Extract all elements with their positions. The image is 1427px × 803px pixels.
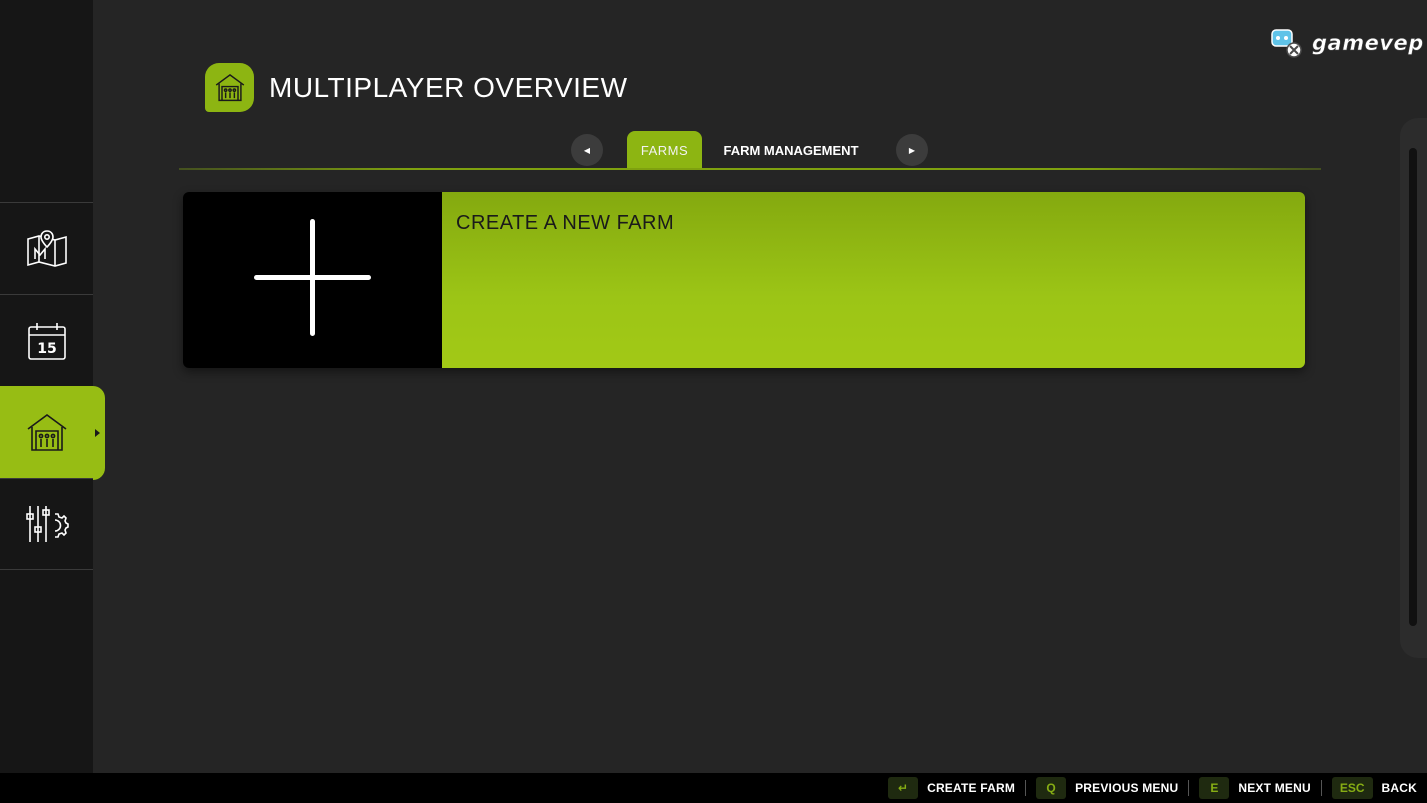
sidebar-item-farms[interactable] xyxy=(0,386,93,478)
hint-label: CREATE FARM xyxy=(927,781,1016,795)
scrollbar[interactable] xyxy=(1409,148,1417,626)
farm-card-body: CREATE A NEW FARM xyxy=(442,192,1305,368)
key-badge: E xyxy=(1199,777,1230,799)
sidebar-item-settings[interactable] xyxy=(0,478,93,570)
key-badge: ESC xyxy=(1331,777,1373,799)
tab-farms[interactable]: FARMS xyxy=(627,131,702,169)
map-icon xyxy=(26,229,67,267)
sidebar-item-calendar[interactable]: 15 xyxy=(0,294,93,386)
footer-hints: ↵ CREATE FARM Q PREVIOUS MENU E NEXT MEN… xyxy=(0,773,1427,803)
logo-mark-icon xyxy=(1271,29,1302,58)
page-title: MULTIPLAYER OVERVIEW xyxy=(269,72,628,103)
tab-prev-button[interactable]: ◀ xyxy=(571,134,603,166)
farm-card-title: CREATE A NEW FARM xyxy=(456,212,675,234)
tab-farm-management[interactable]: FARM MANAGEMENT xyxy=(716,131,866,169)
farmhouse-icon xyxy=(215,73,244,101)
create-farm-card[interactable]: CREATE A NEW FARM xyxy=(183,192,1305,368)
divider xyxy=(1025,780,1027,796)
farmhouse-icon xyxy=(27,413,66,451)
hint-label: BACK xyxy=(1381,781,1417,795)
hint-previous-menu[interactable]: Q PREVIOUS MENU xyxy=(1036,777,1178,799)
logo-text: gamevep xyxy=(1312,31,1424,56)
hint-next-menu[interactable]: E NEXT MENU xyxy=(1199,777,1311,799)
logo: gamevep xyxy=(1270,25,1424,61)
hint-label: NEXT MENU xyxy=(1238,781,1311,795)
sidebar: 15 xyxy=(0,0,93,773)
hint-create-farm[interactable]: ↵ CREATE FARM xyxy=(888,777,1015,799)
calendar-badge: 15 xyxy=(37,341,56,357)
enter-key-icon: ↵ xyxy=(888,777,919,799)
divider xyxy=(1320,780,1322,796)
divider xyxy=(1188,780,1190,796)
key-badge: Q xyxy=(1036,777,1067,799)
triangle-right-icon: ▶ xyxy=(908,145,916,155)
tab-next-button[interactable]: ▶ xyxy=(896,134,928,166)
calendar-icon: 15 xyxy=(27,322,66,360)
triangle-left-icon: ◀ xyxy=(583,145,591,155)
hint-label: PREVIOUS MENU xyxy=(1075,781,1179,795)
tab-underline xyxy=(179,168,1321,170)
sidebar-item-map[interactable] xyxy=(0,202,93,294)
settings-sliders-icon xyxy=(25,506,69,542)
title-icon xyxy=(205,63,254,112)
plus-icon xyxy=(183,192,442,368)
hint-back[interactable]: ESC BACK xyxy=(1331,777,1417,799)
active-tab-indicator xyxy=(93,386,105,480)
